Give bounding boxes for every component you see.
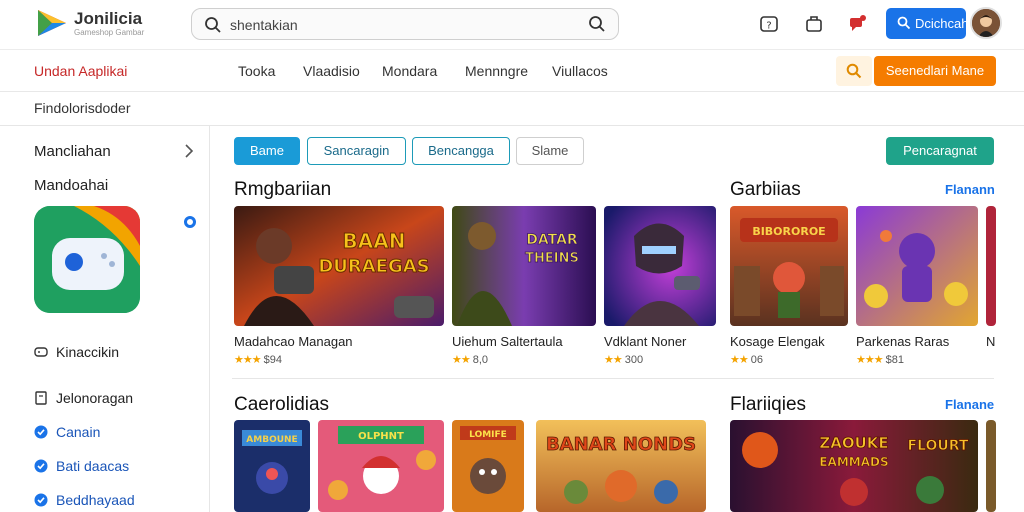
svg-text:LOMIFE: LOMIFE (469, 430, 507, 440)
search-icon (205, 17, 221, 33)
game-card-title[interactable]: Vdklant Noner (604, 334, 686, 349)
filter-chip-3[interactable]: Bencangga (412, 137, 510, 165)
sidebar-item-2[interactable]: Jelonoragan (34, 390, 133, 406)
game-card-thumbnail[interactable]: AMBOUNE (234, 420, 310, 512)
sidebar-item-1[interactable]: Kinaccikin (34, 344, 119, 360)
main-content: Bame Sancaragin Bencangga Slame Pencarag… (210, 126, 1024, 512)
divider (232, 378, 994, 379)
avatar[interactable] (970, 7, 1002, 39)
top-bar: Jonilicia Gameshop Gambar shentakian ? D… (0, 0, 1024, 50)
svg-text:FLOURT: FLOURT (908, 438, 969, 454)
svg-text:?: ? (766, 21, 771, 32)
game-card-thumbnail[interactable]: DATAR THEINS (452, 206, 596, 326)
brand-name: Jonilicia (74, 9, 143, 28)
filter-chip-2[interactable]: Sancaragin (307, 137, 406, 165)
game-card-title[interactable]: Madahcao Managan (234, 334, 353, 349)
svg-text:BIBOROROE: BIBOROROE (752, 225, 825, 238)
svg-text:AMBOUNE: AMBOUNE (246, 435, 297, 445)
sidebar-item-label: Beddhayaad (56, 492, 135, 508)
nav-item-4[interactable]: Mennngre (465, 63, 528, 79)
game-card-title[interactable]: Uiehum Saltertaula (452, 334, 563, 349)
sidebar: Mancliahan Mandoahai Kinaccikin Jelonora… (0, 126, 210, 512)
game-card-meta: ★★ 8,0 (452, 354, 489, 366)
game-card-title[interactable]: Kosage Elengak (730, 334, 825, 349)
sidebar-heading[interactable]: Mancliahan (34, 143, 111, 160)
breadcrumb[interactable]: Findolorisdoder (34, 100, 131, 116)
help-icon[interactable]: ? (759, 14, 779, 34)
check-badge-icon (34, 493, 48, 507)
section-title: Flariiqies (730, 394, 807, 415)
nav-item-3[interactable]: Mondara (382, 63, 437, 79)
chevron-right-icon[interactable] (184, 144, 194, 158)
game-card-meta: ★★ 300 (604, 354, 644, 366)
nav-title[interactable]: Undan Aaplikai (34, 63, 127, 79)
sidebar-item-label: Jelonoragan (56, 390, 134, 406)
sidebar-item-3[interactable]: Canain (34, 424, 100, 440)
filter-chip-4[interactable]: Slame (516, 137, 584, 165)
sidebar-item-label: Bati daacas (56, 458, 130, 474)
sidebar-subheading: Mandoahai (34, 177, 109, 194)
filter-chip-1[interactable]: Bame (234, 137, 300, 165)
game-card-meta: ★★★ $81 (856, 354, 904, 366)
nav-item-2[interactable]: Vlaadisio (303, 63, 360, 79)
search-icon (846, 63, 862, 79)
game-card-thumbnail[interactable] (604, 206, 716, 326)
search-submit-icon[interactable] (588, 15, 606, 33)
sidebar-item-label: Canain (56, 424, 101, 440)
login-label: Dcichcah (915, 16, 969, 31)
check-badge-icon (34, 425, 48, 439)
game-card-thumbnail[interactable]: ZAOUKE EAMMADS FLOURT (730, 420, 978, 512)
game-card-meta: ★★ 06 (730, 354, 763, 366)
category-nav: Undan Aaplikai Tooka Vlaadisio Mondara M… (0, 50, 1024, 92)
nav-search-button[interactable] (836, 56, 872, 86)
section-title: Garbiias (730, 179, 801, 200)
search-input[interactable]: shentakian (230, 17, 298, 33)
app-logo-icon[interactable] (36, 8, 68, 38)
breadcrumb-bar: Findolorisdoder (0, 92, 1024, 126)
status-indicator (184, 216, 196, 228)
svg-text:BANAR NONDS: BANAR NONDS (546, 434, 696, 455)
sidebar-item-label: Kinaccikin (56, 344, 120, 360)
svg-text:EAMMADS: EAMMADS (819, 455, 888, 469)
nav-cta-button[interactable]: Seenedlari Mane (874, 56, 996, 86)
game-card-thumbnail[interactable]: BANAR NONDS (536, 420, 706, 512)
featured-app-icon[interactable] (34, 206, 140, 313)
game-card-thumbnail[interactable] (856, 206, 978, 326)
notification-icon[interactable] (847, 14, 867, 34)
see-more-link[interactable]: Flanane (945, 397, 994, 412)
game-card-thumbnail[interactable]: BAAN DURAEGAS (234, 206, 444, 326)
svg-text:THEINS: THEINS (525, 251, 579, 266)
section-title: Caerolidias (234, 394, 330, 415)
brand-tagline: Gameshop Gambar (74, 28, 145, 37)
svg-text:OLPHNT: OLPHNT (358, 431, 404, 442)
gamepad-icon (34, 347, 48, 357)
nav-item-1[interactable]: Tooka (238, 63, 275, 79)
game-card-thumbnail[interactable] (986, 206, 996, 326)
game-card-thumbnail[interactable]: OLPHNT (318, 420, 444, 512)
search-bar[interactable]: shentakian (191, 8, 619, 40)
game-card-title[interactable]: Parkenas Raras (856, 334, 949, 349)
game-card-meta: ★★★ $94 (234, 354, 282, 366)
nav-item-5[interactable]: Viullacos (552, 63, 608, 79)
game-card-title[interactable]: N (986, 334, 995, 349)
game-card-thumbnail[interactable] (986, 420, 996, 512)
svg-text:BAAN: BAAN (343, 229, 406, 253)
cart-icon[interactable] (804, 14, 824, 34)
see-more-link[interactable]: Flanann (945, 182, 995, 197)
game-card-thumbnail[interactable]: BIBOROROE (730, 206, 848, 326)
svg-text:DURAEGAS: DURAEGAS (318, 256, 429, 277)
check-badge-icon (34, 459, 48, 473)
sidebar-item-4[interactable]: Bati daacas (34, 458, 129, 474)
login-button[interactable]: Dcichcah (886, 8, 969, 39)
game-card-thumbnail[interactable]: LOMIFE (452, 420, 524, 512)
svg-text:DATAR: DATAR (526, 232, 578, 248)
action-button[interactable]: Pencaragnat (886, 137, 994, 165)
bookmark-icon (35, 391, 47, 405)
svg-text:ZAOUKE: ZAOUKE (819, 434, 888, 452)
search-icon (897, 16, 911, 30)
section-title: Rmgbariian (234, 179, 332, 200)
sidebar-item-5[interactable]: Beddhayaad (34, 492, 135, 508)
